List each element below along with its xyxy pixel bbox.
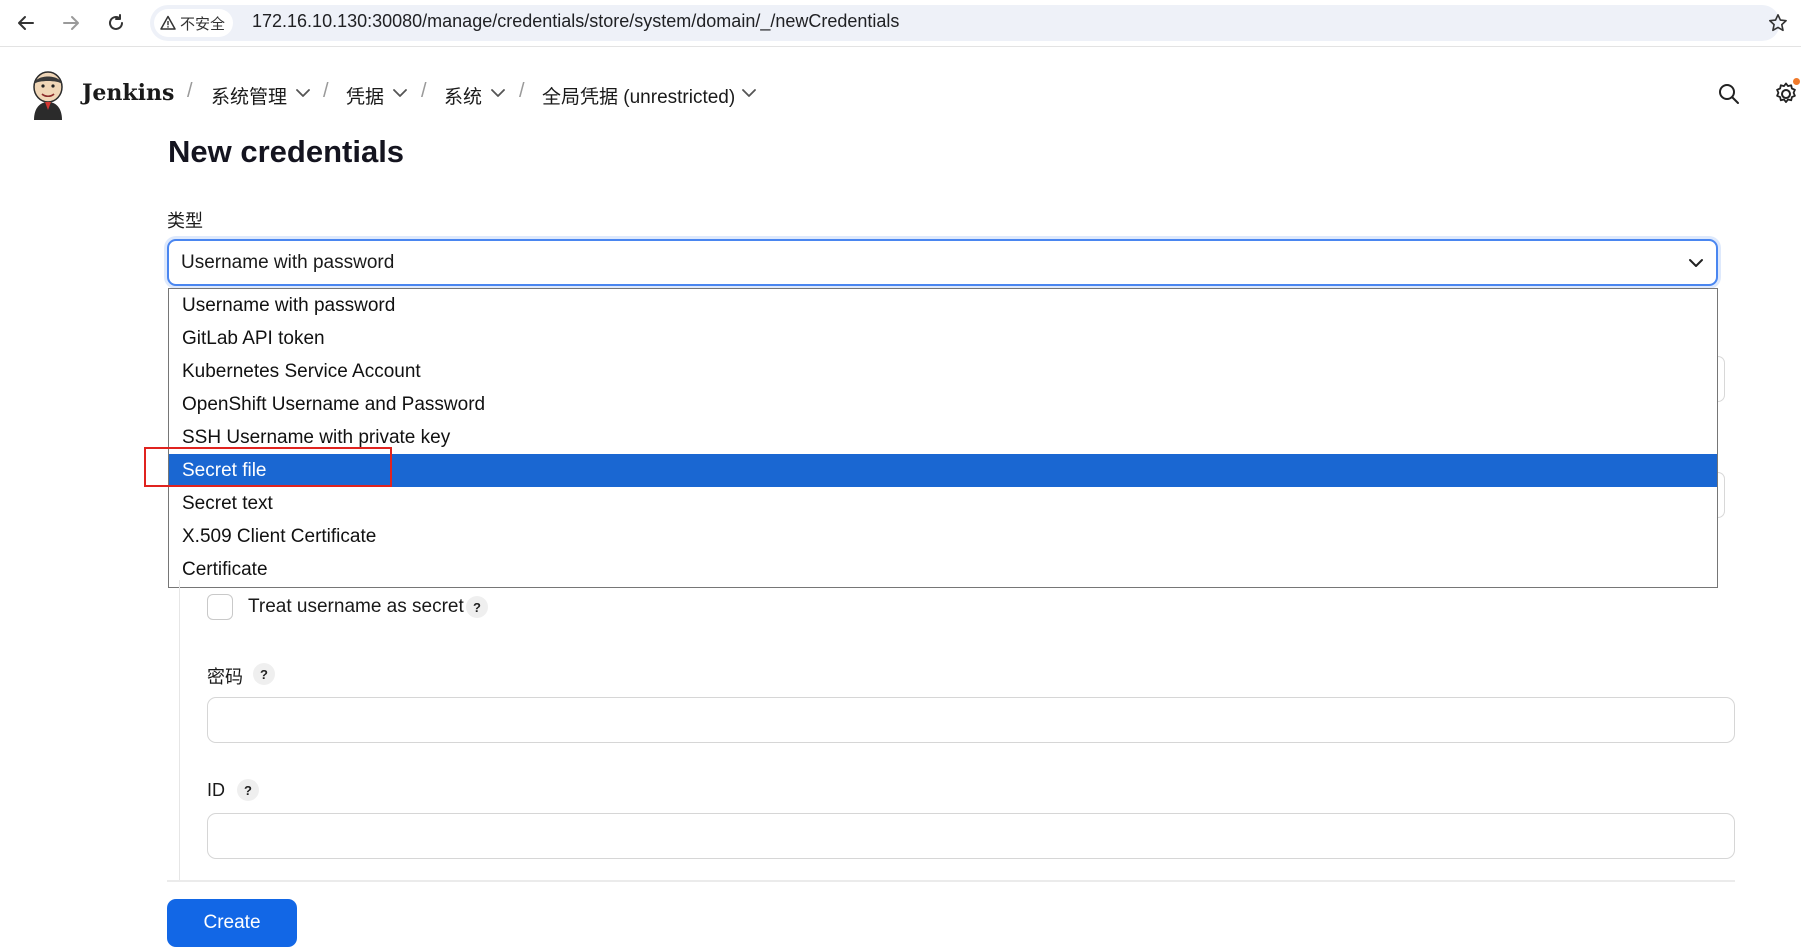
breadcrumb-separator: /	[187, 80, 193, 102]
security-chip[interactable]: 不安全	[154, 9, 234, 37]
annotation-highlight-box	[144, 447, 392, 487]
id-input[interactable]	[207, 813, 1735, 859]
create-button[interactable]: Create	[167, 899, 297, 947]
breadcrumb-item-global-credentials[interactable]: 全局凭据 (unrestricted)	[542, 82, 735, 109]
password-label: 密码	[207, 667, 243, 687]
url-text[interactable]: 172.16.10.130:30080/manage/credentials/s…	[252, 11, 899, 32]
dropdown-option[interactable]: Kubernetes Service Account	[169, 355, 1717, 388]
chevron-down-icon[interactable]	[491, 88, 505, 98]
help-icon[interactable]: ?	[466, 596, 488, 618]
chevron-down-icon[interactable]	[296, 88, 310, 98]
help-icon[interactable]: ?	[253, 663, 275, 685]
breadcrumb-separator: /	[323, 80, 329, 102]
type-select[interactable]	[167, 239, 1718, 286]
breadcrumb-item-system[interactable]: 系统	[444, 82, 482, 109]
treat-username-secret-label: Treat username as secret	[248, 596, 464, 617]
dropdown-option[interactable]: GitLab API token	[169, 322, 1717, 355]
treat-username-secret-checkbox[interactable]	[207, 594, 233, 620]
username-input[interactable]	[1718, 356, 1725, 402]
notification-dot	[1793, 78, 1800, 85]
section-rule	[179, 580, 180, 880]
breadcrumb-item-manage[interactable]: 系统管理	[211, 82, 287, 109]
chevron-down-icon[interactable]	[742, 88, 756, 98]
dropdown-option[interactable]: Certificate	[169, 553, 1717, 586]
dropdown-option[interactable]: Username with password	[169, 289, 1717, 322]
type-dropdown-list: Username with password GitLab API token …	[168, 288, 1718, 588]
search-icon[interactable]	[1715, 80, 1743, 108]
help-icon[interactable]: ?	[237, 779, 259, 801]
dropdown-option[interactable]: SSH Username with private key	[169, 421, 1717, 454]
forward-icon[interactable]	[57, 9, 85, 37]
breadcrumb-item-credentials[interactable]: 凭据	[346, 82, 384, 109]
bookmark-star-icon[interactable]	[1764, 9, 1792, 37]
type-label: 类型	[167, 211, 203, 231]
page-title: New credentials	[168, 134, 405, 169]
warning-icon	[160, 15, 176, 30]
type-select-value: Username with password	[181, 252, 395, 273]
description-input[interactable]	[1718, 472, 1725, 518]
dropdown-option[interactable]: OpenShift Username and Password	[169, 388, 1717, 421]
form-divider	[167, 880, 1735, 882]
dropdown-option-highlighted[interactable]: Secret file	[169, 454, 1717, 487]
breadcrumb-separator: /	[519, 80, 525, 102]
id-label: ID	[207, 780, 225, 800]
breadcrumb-separator: /	[421, 80, 427, 102]
back-icon[interactable]	[12, 9, 40, 37]
reload-icon[interactable]	[102, 9, 130, 37]
password-input[interactable]	[207, 697, 1735, 743]
dropdown-option[interactable]: X.509 Client Certificate	[169, 520, 1717, 553]
jenkins-logo-icon[interactable]	[28, 68, 68, 120]
chevron-down-icon[interactable]	[1688, 257, 1704, 269]
dropdown-option[interactable]: Secret text	[169, 487, 1717, 520]
chevron-down-icon[interactable]	[393, 88, 407, 98]
security-label: 不安全	[180, 15, 226, 33]
brand-name[interactable]: Jenkins	[82, 80, 174, 106]
